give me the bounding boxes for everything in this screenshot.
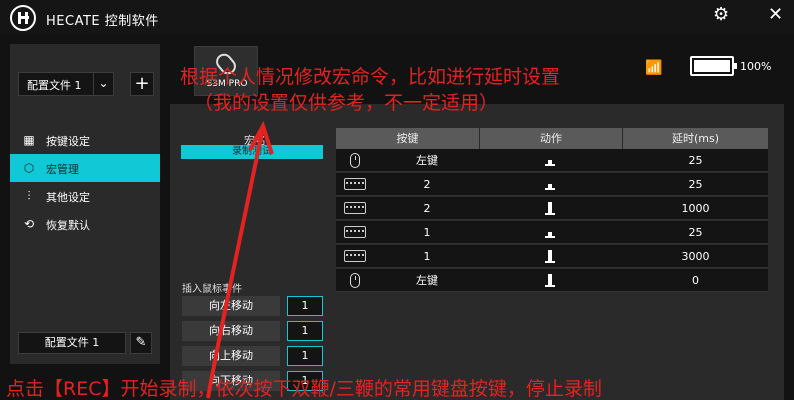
profile-name-field[interactable]: 配置文件 1 <box>18 332 126 354</box>
key-down-icon <box>545 274 555 287</box>
sidebar-item-label: 按键设定 <box>46 135 90 148</box>
add-profile-button[interactable]: + <box>130 72 154 96</box>
key-cell: 2 <box>336 197 480 220</box>
column-header-key: 按键 <box>336 128 480 149</box>
key-label: 1 <box>423 226 431 239</box>
wifi-icon: 📶 <box>645 60 663 76</box>
action-cell <box>480 197 623 220</box>
battery-level: 100% <box>740 60 772 73</box>
battery-icon <box>690 56 737 76</box>
key-label: 2 <box>423 178 431 191</box>
table-row[interactable]: 1 3000 <box>336 245 768 268</box>
annotation-bottom: 点击【REC】开始录制，依次按下双鞭/三鞭的常用键盘按键，停止录制 <box>6 378 602 400</box>
key-cell: 1 <box>336 245 480 268</box>
action-cell <box>480 221 623 244</box>
table-row[interactable]: 左键 0 <box>336 269 768 292</box>
edit-icon[interactable]: ✎ <box>130 332 152 354</box>
action-cell <box>480 173 623 196</box>
sidebar-item-macro[interactable]: ⬡ 宏管理 <box>10 154 160 182</box>
keyboard-icon <box>344 226 366 238</box>
key-cell: 2 <box>336 173 480 196</box>
macro-icon: ⬡ <box>23 161 35 175</box>
keyboard-icon <box>344 202 366 214</box>
keys-icon: ▦ <box>23 133 35 147</box>
move-distance-input[interactable]: 1 <box>287 346 323 366</box>
sidebar-item-other-settings[interactable]: ⫶ 其他设定 <box>10 182 160 210</box>
action-cell <box>480 245 623 268</box>
move-distance-input[interactable]: 1 <box>287 296 323 316</box>
column-header-action: 动作 <box>480 128 623 149</box>
sidebar: 配置文件 1 ⌄ + ▦ 按键设定 ⬡ 宏管理 ⫶ 其他设定 ⟲ 恢复默认 配置… <box>10 44 160 364</box>
table-header: 按键 动作 延时(ms) <box>336 128 768 149</box>
close-icon[interactable]: ✕ <box>768 6 783 24</box>
mouse-icon <box>350 153 360 168</box>
sidebar-item-label: 宏管理 <box>46 163 79 176</box>
key-label: 左键 <box>416 154 438 167</box>
delay-cell[interactable]: 1000 <box>623 197 768 220</box>
key-down-icon <box>545 250 555 263</box>
sidebar-item-label: 恢复默认 <box>46 219 90 232</box>
key-label: 左键 <box>416 274 438 287</box>
delay-cell[interactable]: 0 <box>623 269 768 292</box>
annotation-top-line2: （我的设置仅供参考，不一定适用） <box>194 92 499 114</box>
key-up-icon <box>545 184 555 190</box>
action-cell <box>480 269 623 292</box>
column-header-delay: 延时(ms) <box>671 132 720 145</box>
key-down-icon <box>545 202 555 215</box>
key-cell: 左键 <box>336 269 480 292</box>
sidebar-item-label: 其他设定 <box>46 191 90 204</box>
delay-cell[interactable]: 3000 <box>623 245 768 268</box>
table-row[interactable]: 左键 25 <box>336 149 768 172</box>
title-bar: HECATE 控制软件 ⚙ ✕ <box>0 0 794 34</box>
key-cell: 1 <box>336 221 480 244</box>
keyboard-icon <box>344 250 366 262</box>
key-up-icon <box>545 160 555 166</box>
table-row[interactable]: 2 25 <box>336 173 768 196</box>
mouse-icon <box>350 273 360 288</box>
app-title: HECATE 控制软件 <box>46 14 159 29</box>
profile-select[interactable]: 配置文件 1 ⌄ <box>18 72 114 96</box>
annotation-arrow <box>206 120 274 399</box>
chevron-down-icon[interactable]: ⌄ <box>93 73 113 95</box>
gear-icon[interactable]: ⚙ <box>713 6 729 24</box>
sidebar-item-key-settings[interactable]: ▦ 按键设定 <box>10 126 160 154</box>
keyboard-icon <box>344 178 366 190</box>
annotation-top-line1: 根据个人情况修改宏命令，比如进行延时设置 <box>180 66 561 88</box>
profile-select-value: 配置文件 1 <box>27 79 82 92</box>
key-label: 2 <box>423 202 431 215</box>
restore-icon: ⟲ <box>23 217 35 231</box>
sidebar-item-restore-default[interactable]: ⟲ 恢复默认 <box>10 210 160 238</box>
key-up-icon <box>545 232 555 238</box>
key-cell: 左键 <box>336 149 480 172</box>
action-cell <box>480 149 623 172</box>
table-row[interactable]: 1 25 <box>336 221 768 244</box>
key-label: 1 <box>423 250 431 263</box>
delay-cell[interactable]: 25 <box>623 173 768 196</box>
table-row[interactable]: 2 1000 <box>336 197 768 220</box>
hecate-logo-icon <box>10 5 36 31</box>
delay-cell[interactable]: 25 <box>623 221 768 244</box>
delay-cell[interactable]: 25 <box>623 149 768 172</box>
move-distance-input[interactable]: 1 <box>287 321 323 341</box>
battery-fill <box>694 60 730 72</box>
sliders-icon: ⫶ <box>27 189 31 203</box>
